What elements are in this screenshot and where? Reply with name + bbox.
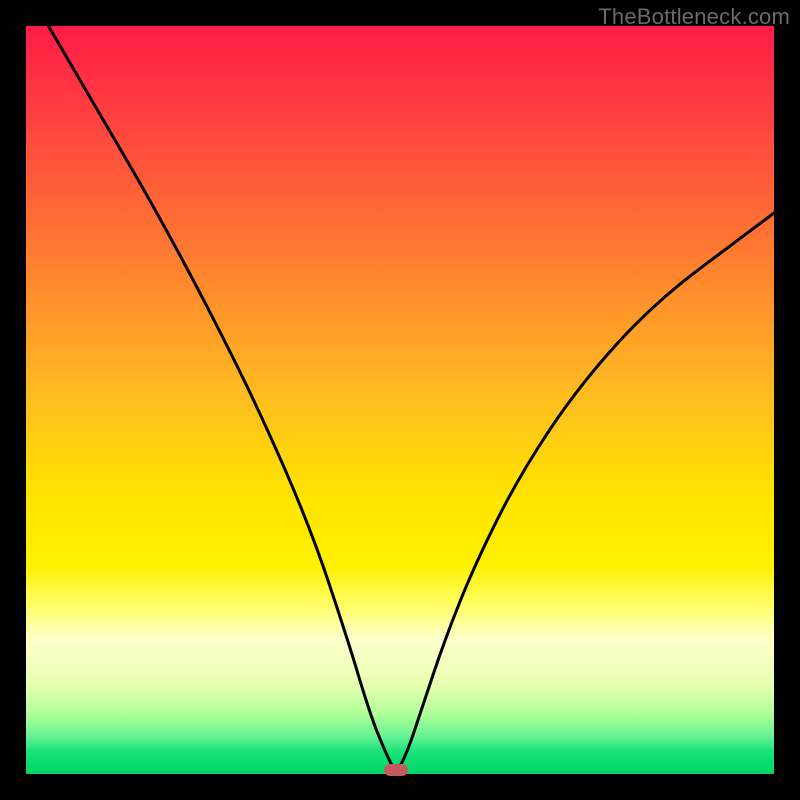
optimal-point-marker (384, 764, 408, 776)
chart-plot-area (26, 26, 774, 774)
watermark-label: TheBottleneck.com (598, 4, 790, 30)
bottleneck-curve (26, 26, 774, 774)
